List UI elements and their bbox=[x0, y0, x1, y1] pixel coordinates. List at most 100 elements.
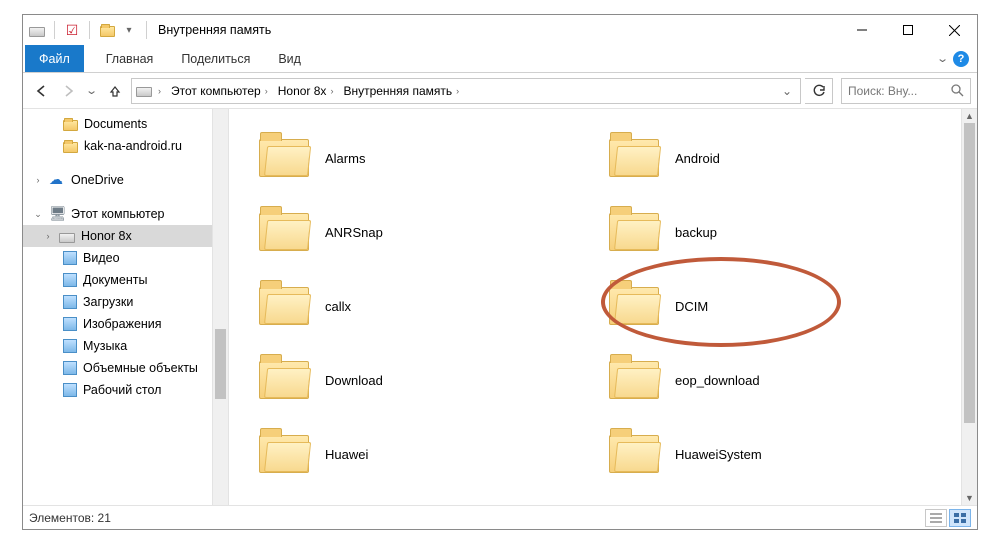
nav-item-honor8x[interactable]: › Honor 8x bbox=[23, 225, 228, 247]
navigation-pane: Documents kak-na-android.ru › ☁ OneDrive… bbox=[23, 109, 229, 505]
breadcrumb-item: Honor 8x› bbox=[274, 84, 338, 98]
folder-icon bbox=[259, 287, 309, 325]
back-button[interactable] bbox=[29, 79, 53, 103]
breadcrumb-item: Внутренняя память› bbox=[339, 84, 463, 98]
close-button[interactable] bbox=[931, 15, 977, 45]
expand-icon[interactable]: › bbox=[43, 231, 53, 241]
pictures-icon bbox=[63, 317, 77, 331]
folder-icon bbox=[63, 120, 78, 131]
search-icon bbox=[951, 84, 964, 97]
documents-icon bbox=[63, 273, 77, 287]
nav-item-desktop[interactable]: Рабочий стол bbox=[23, 379, 228, 401]
ribbon-tab-home[interactable]: Главная bbox=[92, 45, 168, 72]
nav-item-3dobjects[interactable]: Объемные объекты bbox=[23, 357, 228, 379]
address-row: ⌄ › Этот компьютер› Honor 8x› Внутренняя… bbox=[23, 73, 977, 109]
window-controls bbox=[839, 15, 977, 45]
folder-item[interactable]: Download bbox=[241, 343, 591, 417]
nav-item-downloads[interactable]: Загрузки bbox=[23, 291, 228, 313]
folder-item[interactable]: callx bbox=[241, 269, 591, 343]
scroll-down-icon[interactable]: ▼ bbox=[962, 491, 977, 505]
folder-icon bbox=[609, 435, 659, 473]
address-bar[interactable]: › Этот компьютер› Honor 8x› Внутренняя п… bbox=[131, 78, 801, 104]
properties-icon[interactable]: ☑ bbox=[64, 22, 80, 38]
folder-label: Android bbox=[675, 151, 720, 166]
folder-label: eop_download bbox=[675, 373, 760, 388]
maximize-button[interactable] bbox=[885, 15, 931, 45]
folder-label: DCIM bbox=[675, 299, 708, 314]
scroll-up-icon[interactable]: ▲ bbox=[962, 109, 977, 123]
scrollbar-thumb[interactable] bbox=[964, 123, 975, 423]
forward-button[interactable] bbox=[57, 79, 81, 103]
window-title: Внутренняя память bbox=[158, 23, 271, 37]
status-bar: Элементов: 21 bbox=[23, 505, 977, 529]
collapse-icon[interactable]: ⌄ bbox=[33, 209, 43, 220]
separator bbox=[146, 21, 147, 39]
ribbon-tab-file[interactable]: Файл bbox=[25, 45, 84, 72]
folder-icon bbox=[259, 139, 309, 177]
minimize-button[interactable] bbox=[839, 15, 885, 45]
folder-item[interactable]: Alarms bbox=[241, 121, 591, 195]
folder-label: callx bbox=[325, 299, 351, 314]
folder-item[interactable]: Android bbox=[591, 121, 941, 195]
folder-item[interactable]: Huawei bbox=[241, 417, 591, 491]
refresh-button[interactable] bbox=[805, 78, 833, 104]
desktop-icon bbox=[63, 383, 77, 397]
up-button[interactable] bbox=[103, 79, 127, 103]
folder-icon bbox=[99, 22, 115, 38]
folder-icon bbox=[259, 361, 309, 399]
navpane-scrollbar[interactable] bbox=[212, 109, 228, 505]
folder-icon bbox=[609, 361, 659, 399]
folder-item[interactable]: ANRSnap bbox=[241, 195, 591, 269]
folder-label: backup bbox=[675, 225, 717, 240]
scrollbar-thumb[interactable] bbox=[215, 329, 226, 399]
folder-icon bbox=[259, 213, 309, 251]
folder-item[interactable]: eop_download bbox=[591, 343, 941, 417]
titlebar: ☑ ▾ Внутренняя память bbox=[23, 15, 977, 45]
cloud-icon: ☁ bbox=[49, 172, 65, 188]
files-scrollbar[interactable]: ▲ ▼ bbox=[961, 109, 977, 505]
expand-icon[interactable]: › bbox=[33, 175, 43, 185]
nav-item-music[interactable]: Музыка bbox=[23, 335, 228, 357]
qat-dropdown-icon[interactable]: ▾ bbox=[121, 22, 137, 38]
folder-label: Huawei bbox=[325, 447, 368, 462]
help-icon[interactable]: ? bbox=[953, 51, 969, 67]
nav-item-documents2[interactable]: Документы bbox=[23, 269, 228, 291]
expand-ribbon-icon[interactable]: ⌄ bbox=[936, 52, 949, 65]
body: Documents kak-na-android.ru › ☁ OneDrive… bbox=[23, 109, 977, 505]
pc-icon: 🖥 bbox=[49, 206, 65, 222]
files-pane[interactable]: Alarms Android ANRSnap backup callx DCIM Downl… bbox=[229, 109, 977, 505]
ribbon-tab-view[interactable]: Вид bbox=[264, 45, 315, 72]
folder-icon bbox=[259, 435, 309, 473]
nav-item-documents[interactable]: Documents bbox=[23, 113, 228, 135]
ribbon-tab-share[interactable]: Поделиться bbox=[167, 45, 264, 72]
folder-label: Download bbox=[325, 373, 383, 388]
recent-locations-button[interactable]: ⌄ bbox=[85, 79, 99, 103]
breadcrumb-item: Этот компьютер› bbox=[167, 84, 272, 98]
icons-view-button[interactable] bbox=[949, 509, 971, 527]
ribbon: Файл Главная Поделиться Вид ⌄ ? bbox=[23, 45, 977, 73]
quick-access-toolbar: ☑ ▾ bbox=[29, 21, 150, 39]
folder-icon bbox=[609, 213, 659, 251]
folder-label: HuaweiSystem bbox=[675, 447, 762, 462]
music-icon bbox=[63, 339, 77, 353]
nav-item-videos[interactable]: Видео bbox=[23, 247, 228, 269]
nav-item-site[interactable]: kak-na-android.ru bbox=[23, 135, 228, 157]
search-input[interactable]: Поиск: Вну... bbox=[841, 78, 971, 104]
folder-item[interactable]: DCIM bbox=[591, 269, 941, 343]
folder-icon bbox=[609, 287, 659, 325]
folder-item[interactable]: HuaweiSystem bbox=[591, 417, 941, 491]
downloads-icon bbox=[63, 295, 77, 309]
nav-item-onedrive[interactable]: › ☁ OneDrive bbox=[23, 169, 228, 191]
ribbon-right: ⌄ ? bbox=[938, 45, 977, 72]
nav-item-thispc[interactable]: ⌄ 🖥 Этот компьютер bbox=[23, 203, 228, 225]
drive-icon bbox=[59, 233, 75, 243]
explorer-window: ☑ ▾ Внутренняя память Файл Главная Подел… bbox=[22, 14, 978, 530]
folder-item[interactable]: backup bbox=[591, 195, 941, 269]
address-dropdown-icon[interactable]: ⌄ bbox=[778, 84, 796, 98]
details-view-button[interactable] bbox=[925, 509, 947, 527]
separator bbox=[89, 21, 90, 39]
nav-item-pictures[interactable]: Изображения bbox=[23, 313, 228, 335]
folder-icon bbox=[63, 142, 78, 153]
folder-label: ANRSnap bbox=[325, 225, 383, 240]
drive-icon bbox=[29, 22, 45, 38]
